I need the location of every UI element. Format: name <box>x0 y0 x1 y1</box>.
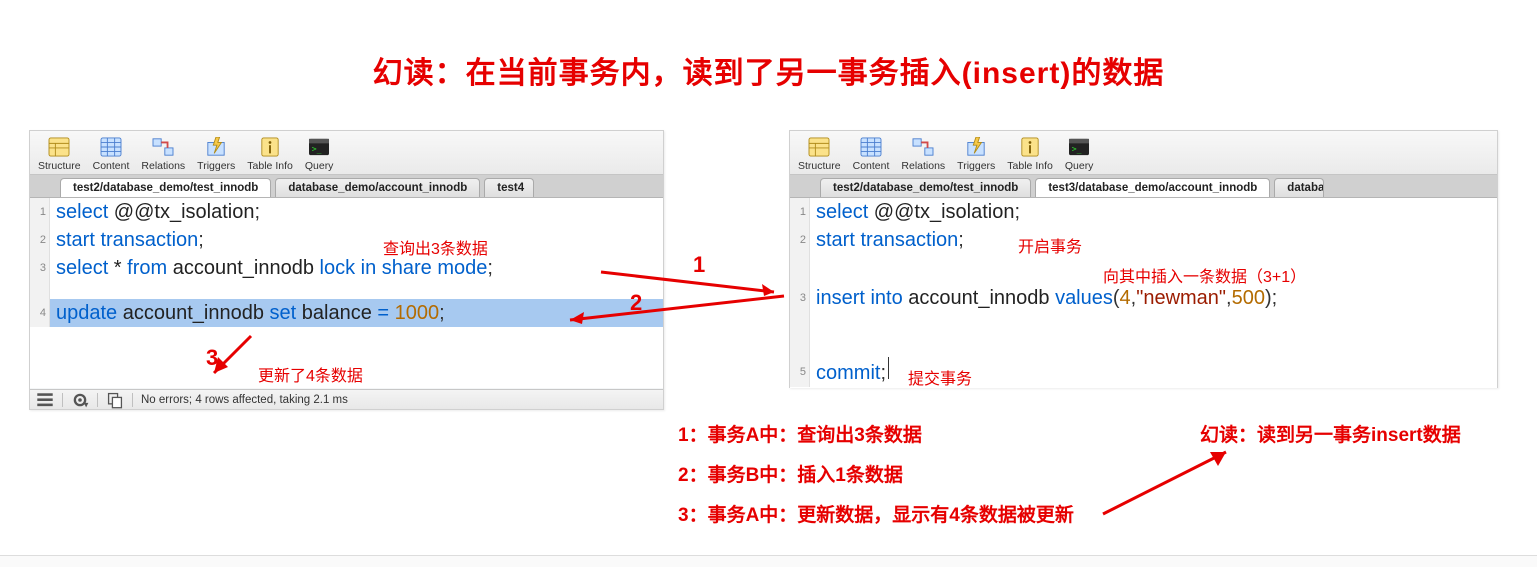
step-number-3: 3 <box>206 345 218 371</box>
explain-line-3: 3：事务A中：更新数据，显示有4条数据被更新 <box>678 500 1074 527</box>
step-number-2: 2 <box>630 290 642 316</box>
toolbar-triggers-button[interactable]: Triggers <box>191 131 241 174</box>
tab-2[interactable]: database_demo/account_innodb <box>275 178 480 197</box>
query-icon: >_ <box>1067 136 1091 158</box>
toolbar-label: Content <box>93 160 130 172</box>
toolbar-structure-button[interactable]: Structure <box>792 131 847 174</box>
query-icon: >_ <box>307 136 331 158</box>
tab-1[interactable]: test2/database_demo/test_innodb <box>820 178 1031 197</box>
toolbar-relations-button[interactable]: Relations <box>895 131 951 174</box>
toolbar-label: Triggers <box>957 160 995 172</box>
relations-icon <box>911 136 935 158</box>
triggers-icon <box>964 136 988 158</box>
table-info-icon <box>258 136 282 158</box>
text-cursor <box>888 357 889 379</box>
code-line: select @@tx_isolation; <box>810 198 1020 226</box>
bottom-scrollbar-area <box>0 555 1537 567</box>
page-title: 幻读：在当前事务内，读到了另一事务插入(insert)的数据 <box>0 48 1537 92</box>
content-icon <box>99 136 123 158</box>
tab-1[interactable]: test2/database_demo/test_innodb <box>60 178 271 197</box>
annotation-updated-4-rows: 更新了4条数据 <box>258 362 363 386</box>
annotation-insert-one: 向其中插入一条数据（3+1） <box>1103 263 1306 287</box>
toolbar-triggers-button[interactable]: Triggers <box>951 131 1001 174</box>
svg-text:>_: >_ <box>312 144 322 154</box>
toolbar-label: Relations <box>901 160 945 172</box>
svg-text:▾: ▾ <box>84 399 89 408</box>
toolbar-label: Query <box>305 160 334 172</box>
code-line: start transaction; <box>810 226 964 254</box>
triggers-icon <box>204 136 228 158</box>
gear-icon[interactable]: ▾ <box>71 393 89 407</box>
tab-bar: test2/database_demo/test_innodb database… <box>30 175 663 198</box>
toolbar: Structure Content Relations Triggers Tab… <box>790 131 1497 175</box>
code-line: commit; <box>810 359 886 387</box>
annotation-commit: 提交事务 <box>908 365 972 389</box>
toolbar-label: Triggers <box>197 160 235 172</box>
toolbar-label: Table Info <box>247 160 293 172</box>
step-number-1: 1 <box>693 252 705 278</box>
toolbar-query-button[interactable]: >_ Query <box>1059 131 1100 174</box>
code-line: insert into account_innodb values(4,"new… <box>810 284 1277 312</box>
code-line: update account_innodb set balance = 1000… <box>50 299 445 327</box>
toolbar-query-button[interactable]: >_ Query <box>299 131 340 174</box>
toolbar: Structure Content Relations Triggers Tab… <box>30 131 663 175</box>
toolbar-structure-button[interactable]: Structure <box>32 131 87 174</box>
code-line: select @@tx_isolation; <box>50 198 260 226</box>
toolbar-tableinfo-button[interactable]: Table Info <box>241 131 299 174</box>
status-bar: ▾ No errors; 4 rows affected, taking 2.1… <box>30 389 663 409</box>
code-editor[interactable]: 1select @@tx_isolation; 2start transacti… <box>790 198 1497 388</box>
annotation-open-tx: 开启事务 <box>1018 233 1082 257</box>
annotation-select-3-rows: 查询出3条数据 <box>383 235 488 259</box>
toolbar-label: Content <box>853 160 890 172</box>
toolbar-tableinfo-button[interactable]: Table Info <box>1001 131 1059 174</box>
copy-icon[interactable] <box>106 393 124 407</box>
explain-line-2: 2：事务B中：插入1条数据 <box>678 460 903 487</box>
structure-icon <box>807 136 831 158</box>
toolbar-label: Relations <box>141 160 185 172</box>
tab-2[interactable]: test3/database_demo/account_innodb <box>1035 178 1270 197</box>
code-line: start transaction; <box>50 226 204 254</box>
status-text: No errors; 4 rows affected, taking 2.1 m… <box>141 394 348 406</box>
explain-phantom: 幻读：读到另一事务insert数据 <box>1200 420 1461 447</box>
toolbar-label: Table Info <box>1007 160 1053 172</box>
right-editor-panel: Structure Content Relations Triggers Tab… <box>789 130 1498 388</box>
hamburger-icon[interactable] <box>36 393 54 407</box>
toolbar-content-button[interactable]: Content <box>847 131 896 174</box>
toolbar-content-button[interactable]: Content <box>87 131 136 174</box>
tab-3[interactable]: test4 <box>484 178 534 197</box>
toolbar-label: Query <box>1065 160 1094 172</box>
toolbar-relations-button[interactable]: Relations <box>135 131 191 174</box>
svg-text:>_: >_ <box>1072 144 1082 154</box>
content-icon <box>859 136 883 158</box>
toolbar-label: Structure <box>38 160 81 172</box>
table-info-icon <box>1018 136 1042 158</box>
explain-line-1: 1：事务A中：查询出3条数据 <box>678 420 922 447</box>
tab-bar: test2/database_demo/test_innodb test3/da… <box>790 175 1497 198</box>
toolbar-label: Structure <box>798 160 841 172</box>
code-editor[interactable]: 1select @@tx_isolation; 2start transacti… <box>30 198 663 388</box>
structure-icon <box>47 136 71 158</box>
tab-3[interactable]: databas <box>1274 178 1324 197</box>
arrow-phantom-icon <box>1098 444 1238 524</box>
relations-icon <box>151 136 175 158</box>
